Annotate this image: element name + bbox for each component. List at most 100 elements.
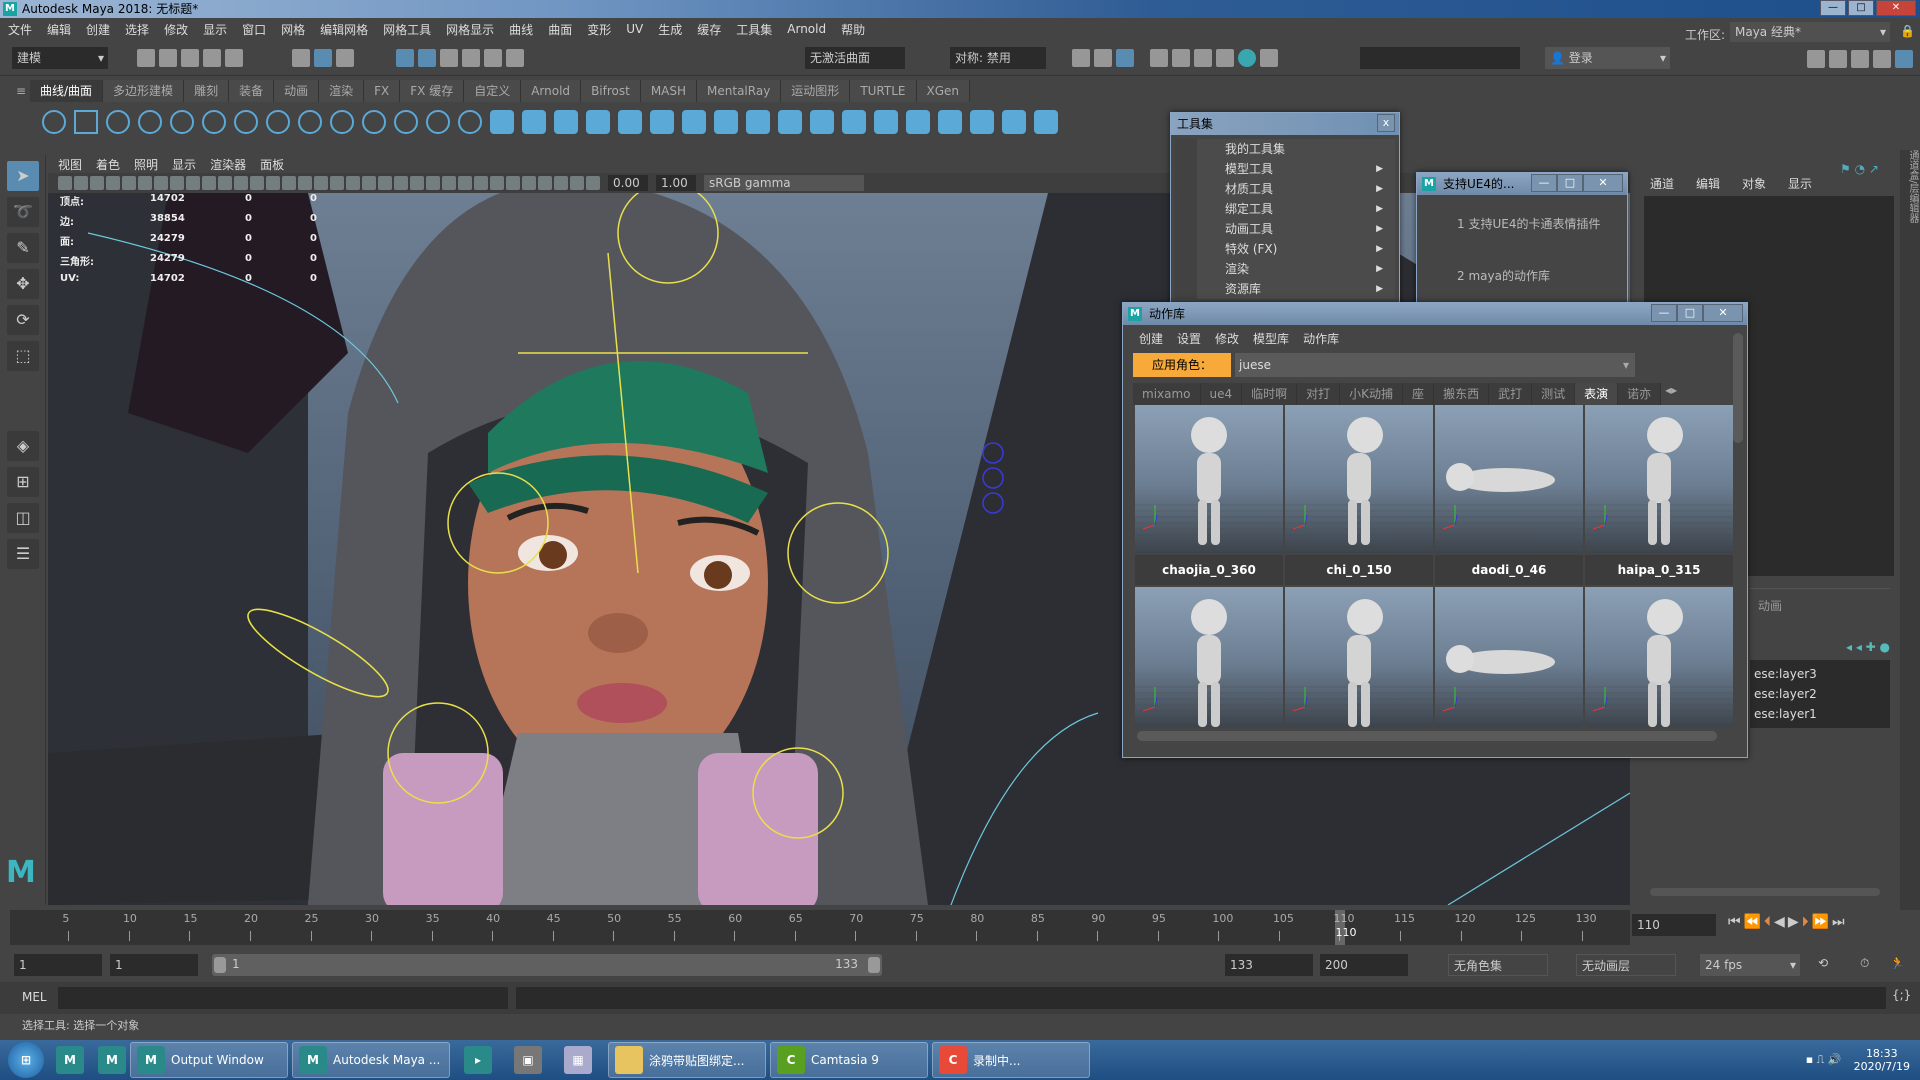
ue4-maximize-button[interactable]: □: [1557, 174, 1583, 192]
undo-icon[interactable]: [203, 49, 221, 67]
library-tab[interactable]: 诺亦: [1618, 383, 1662, 405]
shelf-tab[interactable]: MASH: [640, 80, 698, 102]
scale-tool-icon[interactable]: ⬚: [7, 341, 39, 371]
toolset-item[interactable]: 我的工具集: [1197, 139, 1395, 159]
library-tab[interactable]: mixamo: [1133, 383, 1201, 405]
lock-workspace-icon[interactable]: 🔒: [1900, 24, 1915, 38]
range-slider[interactable]: 1 133: [212, 954, 882, 976]
side-tab-channelbox[interactable]: 通道盒/层编辑器: [1900, 150, 1920, 910]
ue4-minimize-button[interactable]: —: [1531, 174, 1557, 192]
viewport-tool-icon[interactable]: [442, 176, 456, 190]
open-icon[interactable]: [159, 49, 177, 67]
viewport-tool-icon[interactable]: [426, 176, 440, 190]
surface-primitive-icon[interactable]: [938, 110, 962, 134]
menu-item[interactable]: 曲面: [548, 21, 572, 38]
character-controls-icon[interactable]: [1829, 50, 1847, 68]
layer-item[interactable]: ese:layer2: [1754, 684, 1886, 704]
viewport-menu-item[interactable]: 视图: [58, 156, 82, 173]
surface-primitive-icon[interactable]: [746, 110, 770, 134]
render-settings-icon[interactable]: [1216, 49, 1234, 67]
viewport-menu-item[interactable]: 着色: [96, 156, 120, 173]
rotate-tool-icon[interactable]: ⟳: [7, 305, 39, 335]
channel-box-tab[interactable]: 对象: [1742, 177, 1766, 191]
taskbar-camtasia[interactable]: C Camtasia 9: [770, 1042, 928, 1078]
script-editor-icon[interactable]: {;}: [1892, 988, 1911, 1002]
surface-primitive-icon[interactable]: [650, 110, 674, 134]
current-frame-field[interactable]: 110: [1632, 914, 1716, 936]
viewport-tool-icon[interactable]: [458, 176, 472, 190]
library-hscroll[interactable]: [1137, 731, 1717, 741]
library-minimize-button[interactable]: —: [1651, 304, 1677, 322]
clip-thumbnail[interactable]: [1585, 587, 1733, 727]
playback-start-field[interactable]: 1: [110, 954, 198, 976]
taskbar-recorder[interactable]: C 录制中...: [932, 1042, 1090, 1078]
new-scene-icon[interactable]: [137, 49, 155, 67]
tab-animation-layers[interactable]: 动画: [1750, 589, 1890, 622]
viewport-tool-icon[interactable]: [346, 176, 360, 190]
toolset-close-button[interactable]: x: [1377, 114, 1395, 132]
pause-icon[interactable]: [1260, 49, 1278, 67]
viewport-tool-icon[interactable]: [250, 176, 264, 190]
library-tab[interactable]: 临时啊: [1242, 383, 1298, 405]
viewport-tool-icon[interactable]: [554, 176, 568, 190]
viewport-tool-icon[interactable]: [138, 176, 152, 190]
snap-curve-icon[interactable]: [396, 49, 414, 67]
shelf-tab[interactable]: 多边形建模: [103, 80, 185, 102]
library-menu-item[interactable]: 创建: [1139, 330, 1163, 347]
surface-primitive-icon[interactable]: [874, 110, 898, 134]
shelf-tab[interactable]: FX: [364, 80, 401, 102]
toolset-item[interactable]: 模型工具 ▶: [1197, 159, 1395, 179]
outliner-icon[interactable]: ☰: [7, 539, 39, 569]
curve-tool-icon[interactable]: [106, 110, 130, 134]
shelf-menu-icon[interactable]: ≡: [16, 84, 26, 98]
surface-primitive-icon[interactable]: [778, 110, 802, 134]
curve-tool-icon[interactable]: [234, 110, 258, 134]
step-back-key-icon[interactable]: ⏪: [1744, 914, 1764, 930]
menu-set-dropdown[interactable]: 建模 ▾: [12, 47, 108, 69]
viewport-tool-icon[interactable]: [570, 176, 584, 190]
curve-tool-icon[interactable]: [330, 110, 354, 134]
viewport-tool-icon[interactable]: [74, 176, 88, 190]
library-menu-item[interactable]: 动作库: [1303, 330, 1339, 347]
clip-label[interactable]: chaojia_0_360: [1135, 555, 1283, 585]
clip-thumbnail[interactable]: [1435, 405, 1583, 553]
clip-label[interactable]: haipa_0_315: [1585, 555, 1733, 585]
time-slider[interactable]: 5 10 15 20 25 30 35 40 45 50 55 60 65 70 75 80 85 90 95 100…: [10, 910, 1630, 945]
viewport-tool-icon[interactable]: [218, 176, 232, 190]
library-menu-item[interactable]: 模型库: [1253, 330, 1289, 347]
save-icon[interactable]: [181, 49, 199, 67]
library-menu-item[interactable]: 修改: [1215, 330, 1239, 347]
shelf-tab[interactable]: MentalRay: [697, 80, 782, 102]
viewport-menu-item[interactable]: 渲染器: [210, 156, 246, 173]
channel-box-icon[interactable]: [1895, 50, 1913, 68]
menu-item[interactable]: 网格工具: [383, 21, 431, 38]
symmetry-field[interactable]: 对称: 禁用: [950, 47, 1046, 69]
curve-tool-icon[interactable]: [458, 110, 482, 134]
curve-tool-icon[interactable]: [298, 110, 322, 134]
minimize-button[interactable]: —: [1820, 0, 1846, 16]
clip-label[interactable]: daodi_0_46: [1435, 555, 1583, 585]
ipr-icon[interactable]: [1194, 49, 1212, 67]
playback-end-field[interactable]: 133: [1225, 954, 1313, 976]
menu-item[interactable]: 修改: [164, 21, 188, 38]
menu-item[interactable]: 文件: [8, 21, 32, 38]
paint-select-icon[interactable]: ✎: [7, 233, 39, 263]
viewport-menu-item[interactable]: 照明: [134, 156, 158, 173]
curve-tool-icon[interactable]: [42, 110, 66, 134]
menu-item[interactable]: 帮助: [841, 21, 865, 38]
start-time-field[interactable]: 1: [14, 954, 102, 976]
viewport-tool-icon[interactable]: [266, 176, 280, 190]
menu-item[interactable]: 编辑网格: [320, 21, 368, 38]
range-end-handle[interactable]: [868, 957, 880, 973]
snap-view-icon[interactable]: [440, 49, 458, 67]
surface-primitive-icon[interactable]: [714, 110, 738, 134]
history-icon[interactable]: [1116, 49, 1134, 67]
workspace-dropdown[interactable]: Maya 经典* ▾: [1730, 22, 1890, 42]
menu-item[interactable]: 编辑: [47, 21, 71, 38]
viewport-tool-icon[interactable]: [474, 176, 488, 190]
curve-tool-icon[interactable]: [170, 110, 194, 134]
viewport-tool-icon[interactable]: [522, 176, 536, 190]
end-time-field[interactable]: 200: [1320, 954, 1408, 976]
menu-item[interactable]: 显示: [203, 21, 227, 38]
viewport-tool-icon[interactable]: [362, 176, 376, 190]
